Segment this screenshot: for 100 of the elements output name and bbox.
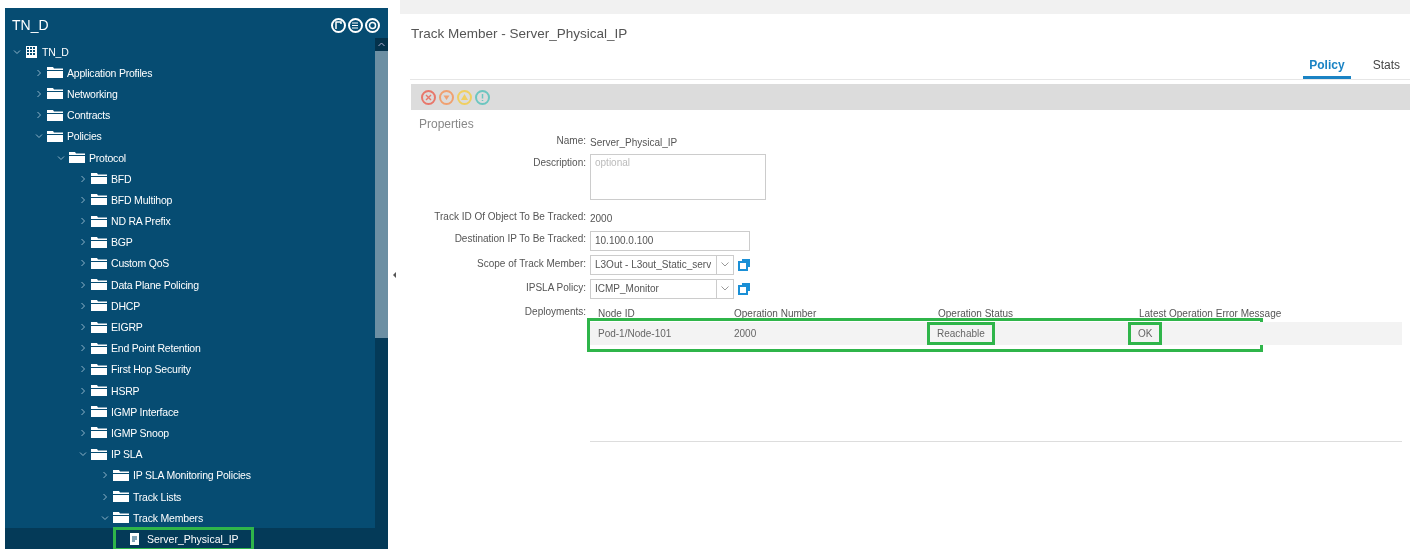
tree-item[interactable]: HSRP [111, 384, 140, 397]
minor-fault-icon[interactable] [457, 89, 472, 105]
chevron-right-icon[interactable] [79, 323, 87, 332]
tree-item[interactable]: Track Members [133, 511, 203, 524]
chevron-right-icon[interactable] [79, 259, 87, 268]
tree-item[interactable]: Policies [67, 130, 102, 143]
tree-item[interactable]: EIGRP [111, 321, 143, 334]
tree-item[interactable]: First Hop Security [111, 363, 191, 376]
chevron-right-icon[interactable] [79, 217, 87, 226]
scrollbar-thumb[interactable] [375, 51, 388, 338]
input-field[interactable]: 10.100.0.100 [590, 230, 750, 251]
chevron-right-icon[interactable] [79, 301, 87, 310]
tree-item[interactable]: ND RA Prefix [111, 215, 171, 228]
folder-icon [69, 152, 85, 164]
tree-item[interactable]: Protocol [89, 151, 126, 164]
tree-item[interactable]: Application Profiles [67, 66, 153, 79]
chevron-right-icon[interactable] [101, 492, 109, 501]
chevron-down-icon[interactable] [721, 286, 729, 291]
critical-fault-icon[interactable] [421, 89, 436, 105]
folder-icon [47, 130, 63, 142]
tree-item[interactable]: BGP [111, 236, 133, 249]
table-cell-text: 2000 [733, 327, 757, 339]
folder-icon [47, 109, 63, 121]
chevron-down-icon[interactable] [721, 262, 729, 267]
section-heading: Properties [418, 116, 475, 131]
splitter-handle-icon[interactable] [392, 271, 396, 278]
building-icon [25, 45, 38, 59]
chevron-right-icon[interactable] [79, 386, 87, 395]
chevron-right-icon[interactable] [35, 68, 43, 77]
column-header: Operation Number [733, 307, 818, 319]
field-label: IPSLA Policy: [524, 280, 586, 293]
tab[interactable]: Stats [1366, 54, 1406, 79]
chevron-down-icon[interactable] [35, 132, 43, 141]
folder-icon [91, 406, 107, 418]
folder-icon [91, 194, 107, 206]
chevron-right-icon[interactable] [79, 428, 87, 437]
open-link-icon[interactable] [738, 282, 751, 295]
tree-item[interactable]: End Point Retention [111, 342, 201, 355]
folder-icon [91, 173, 107, 185]
field-label: Scope of Track Member: [476, 256, 586, 269]
chevron-down-icon[interactable] [57, 153, 65, 162]
chevron-down-icon[interactable] [79, 450, 87, 459]
folder-icon [91, 236, 107, 248]
chevron-right-icon[interactable] [79, 344, 87, 353]
folder-icon [91, 427, 107, 439]
chevron-right-icon[interactable] [101, 471, 109, 480]
selected-tree-item[interactable]: Server_Physical_IP [113, 526, 254, 549]
scroll-up-icon[interactable] [378, 42, 385, 47]
tree-item[interactable]: DHCP [111, 299, 140, 312]
dropdown[interactable]: L3Out - L3out_Static_serv [590, 254, 734, 275]
folder-icon [113, 512, 129, 524]
tree-item[interactable]: TN_D [42, 45, 69, 58]
tree-item[interactable]: Contracts [67, 109, 111, 122]
field-label: Name: [555, 134, 586, 146]
chevron-right-icon[interactable] [35, 111, 43, 120]
chevron-right-icon[interactable] [79, 407, 87, 416]
table-row[interactable]: Pod-1/Node-101 2000 Reachable OK [590, 321, 1402, 345]
tree-item[interactable]: Networking [67, 87, 118, 100]
folder-icon [47, 67, 63, 79]
field-value: 2000 [590, 212, 613, 224]
list-icon[interactable] [348, 17, 363, 33]
field-label: Destination IP To Be Tracked: [453, 232, 586, 244]
description-field[interactable]: optional [590, 154, 766, 200]
chevron-right-icon[interactable] [79, 365, 87, 374]
folder-icon [91, 300, 107, 312]
field-label: Track ID Of Object To Be Tracked: [433, 210, 586, 222]
tree-item[interactable]: IGMP Interface [111, 405, 179, 418]
tree-item[interactable]: IP SLA Monitoring Policies [133, 469, 251, 482]
table-cell: OK [1131, 324, 1160, 342]
chevron-right-icon[interactable] [79, 238, 87, 247]
chevron-right-icon[interactable] [35, 89, 43, 98]
chevron-right-icon[interactable] [79, 195, 87, 204]
folder-icon [91, 321, 107, 333]
tree-item[interactable]: Data Plane Policing [111, 278, 199, 291]
tree-item[interactable]: BFD Multihop [111, 193, 173, 206]
tree-item[interactable]: IP SLA [111, 448, 143, 461]
field-label: Deployments: [523, 304, 586, 317]
warning-fault-icon[interactable] [475, 89, 490, 105]
column-header: Latest Operation Error Message [1138, 307, 1283, 319]
chevron-down-icon[interactable] [13, 47, 21, 56]
tree-item[interactable]: BFD [111, 172, 132, 185]
chevron-down-icon[interactable] [101, 513, 109, 522]
folder-icon [47, 88, 63, 100]
tree-item[interactable]: Track Lists [133, 490, 182, 503]
tree-item[interactable]: Custom QoS [111, 257, 170, 270]
chevron-right-icon[interactable] [79, 280, 87, 289]
table-cell: Reachable [930, 324, 992, 342]
table-cell-text: Pod-1/Node-101 [597, 327, 672, 339]
folder-icon [91, 385, 107, 397]
tree-item[interactable]: IGMP Snoop [111, 426, 169, 439]
folder-icon [91, 215, 107, 227]
dropdown[interactable]: ICMP_Monitor [590, 278, 734, 299]
document-icon [130, 532, 139, 545]
panel-title: Track Member - Server_Physical_IP [410, 25, 629, 43]
chevron-right-icon[interactable] [79, 174, 87, 183]
open-link-icon[interactable] [738, 258, 751, 271]
tab[interactable]: Policy [1303, 54, 1351, 79]
refresh-icon[interactable] [365, 17, 380, 33]
major-fault-icon[interactable] [439, 89, 454, 105]
folder-icon [91, 448, 107, 460]
